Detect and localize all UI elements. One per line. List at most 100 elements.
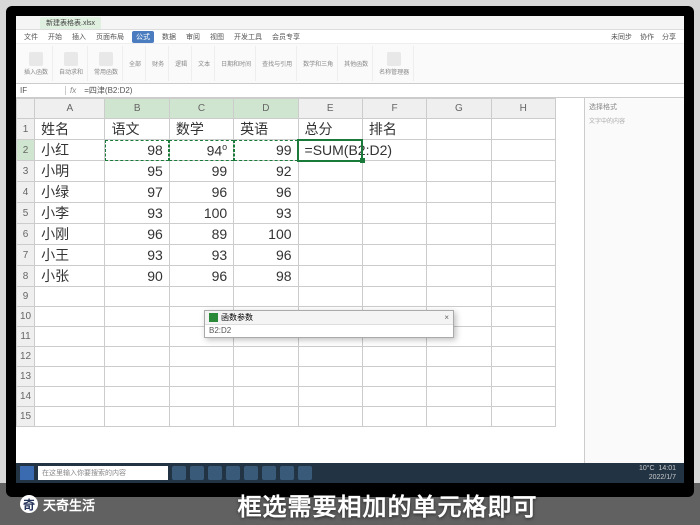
- rowhead-11[interactable]: 11: [17, 327, 35, 347]
- cell-C6[interactable]: 89: [169, 224, 233, 245]
- cell-A7[interactable]: 小王: [35, 245, 105, 266]
- colhead-C[interactable]: C: [169, 99, 233, 119]
- cell-B3[interactable]: 95: [105, 161, 169, 182]
- sync-status[interactable]: 未同步: [609, 32, 634, 42]
- cell-C3[interactable]: 99: [169, 161, 233, 182]
- rowhead-7[interactable]: 7: [17, 245, 35, 266]
- taskbar-app-icon[interactable]: [262, 466, 276, 480]
- cell-D6[interactable]: 100: [234, 224, 298, 245]
- collab-button[interactable]: 协作: [638, 32, 656, 42]
- rowhead-2[interactable]: 2: [17, 140, 35, 161]
- taskbar-app-icon[interactable]: [298, 466, 312, 480]
- rowhead-4[interactable]: 4: [17, 182, 35, 203]
- rowhead-6[interactable]: 6: [17, 224, 35, 245]
- taskbar-app-icon[interactable]: [226, 466, 240, 480]
- cell-B8[interactable]: 90: [105, 266, 169, 287]
- dialog-close-icon[interactable]: ×: [444, 313, 449, 322]
- cell-C4[interactable]: 96: [169, 182, 233, 203]
- formula-input[interactable]: =四津(B2:D2): [80, 85, 684, 96]
- ribbon-text[interactable]: 文本: [194, 46, 215, 81]
- cell-A4[interactable]: 小绿: [35, 182, 105, 203]
- cell-H2[interactable]: [491, 140, 555, 161]
- cell-A1[interactable]: 姓名: [35, 119, 105, 140]
- taskbar-app-icon[interactable]: [280, 466, 294, 480]
- cell-B5[interactable]: 93: [105, 203, 169, 224]
- cell-B4[interactable]: 97: [105, 182, 169, 203]
- cell-C7[interactable]: 93: [169, 245, 233, 266]
- menu-dev[interactable]: 开发工具: [232, 32, 264, 42]
- rowhead-10[interactable]: 10: [17, 307, 35, 327]
- rowhead-9[interactable]: 9: [17, 287, 35, 307]
- cell-H1[interactable]: [491, 119, 555, 140]
- taskbar-app-icon[interactable]: [208, 466, 222, 480]
- cell-A6[interactable]: 小刚: [35, 224, 105, 245]
- file-tab[interactable]: 新建表格表.xlsx: [40, 17, 101, 29]
- cell-C2[interactable]: 94o: [169, 140, 233, 161]
- cell-F1[interactable]: 排名: [362, 119, 426, 140]
- colhead-B[interactable]: B: [105, 99, 169, 119]
- menu-formula[interactable]: 公式: [132, 31, 154, 43]
- share-button[interactable]: 分享: [660, 32, 678, 42]
- ribbon-all[interactable]: 全部: [125, 46, 146, 81]
- colhead-G[interactable]: G: [427, 99, 491, 119]
- ribbon-names[interactable]: 名称管理器: [375, 46, 414, 81]
- taskbar-app-icon[interactable]: [190, 466, 204, 480]
- rowhead-13[interactable]: 13: [17, 367, 35, 387]
- rowhead-14[interactable]: 14: [17, 387, 35, 407]
- cell-D8[interactable]: 98: [234, 266, 298, 287]
- cell-G1[interactable]: [427, 119, 491, 140]
- ribbon-insert-fn[interactable]: 插入函数: [20, 46, 53, 81]
- name-box[interactable]: IF: [16, 86, 66, 95]
- system-tray[interactable]: 10°C 14:01 2022/1/7: [635, 464, 680, 482]
- rowhead-15[interactable]: 15: [17, 407, 35, 427]
- cell-D3[interactable]: 92: [234, 161, 298, 182]
- menu-file[interactable]: 文件: [22, 32, 40, 42]
- window-controls[interactable]: [640, 18, 680, 28]
- colhead-D[interactable]: D: [234, 99, 298, 119]
- rowhead-8[interactable]: 8: [17, 266, 35, 287]
- ribbon-math[interactable]: 数学和三角: [299, 46, 338, 81]
- cell-B6[interactable]: 96: [105, 224, 169, 245]
- colhead-F[interactable]: F: [362, 99, 426, 119]
- cell-A2[interactable]: 小红: [35, 140, 105, 161]
- fx-icon-small[interactable]: fx: [66, 86, 80, 95]
- worksheet[interactable]: A B C D E F G H 1 姓名 语文 数学 英语: [16, 98, 584, 465]
- cell-C1[interactable]: 数学: [169, 119, 233, 140]
- ribbon-common[interactable]: 常用函数: [90, 46, 123, 81]
- menu-insert[interactable]: 插入: [70, 32, 88, 42]
- taskbar-app-icon[interactable]: [244, 466, 258, 480]
- menu-home[interactable]: 开始: [46, 32, 64, 42]
- ribbon-financial[interactable]: 财务: [148, 46, 169, 81]
- cell-B2[interactable]: 98: [105, 140, 169, 161]
- rowhead-5[interactable]: 5: [17, 203, 35, 224]
- cell-D1[interactable]: 英语: [234, 119, 298, 140]
- cell-D4[interactable]: 96: [234, 182, 298, 203]
- start-button[interactable]: [20, 466, 34, 480]
- menu-data[interactable]: 数据: [160, 32, 178, 42]
- cell-G2[interactable]: [427, 140, 491, 161]
- ribbon-lookup[interactable]: 查找与引用: [258, 46, 297, 81]
- cell-E1[interactable]: 总分: [298, 119, 362, 140]
- cell-E2-active[interactable]: =SUM(B2:D2): [298, 140, 362, 161]
- rowhead-1[interactable]: 1: [17, 119, 35, 140]
- cell-B1[interactable]: 语文: [105, 119, 169, 140]
- cell-A3[interactable]: 小明: [35, 161, 105, 182]
- cell-D5[interactable]: 93: [234, 203, 298, 224]
- cell-D2[interactable]: 99: [234, 140, 298, 161]
- ribbon-other[interactable]: 其他函数: [340, 46, 373, 81]
- menu-view[interactable]: 视图: [208, 32, 226, 42]
- colhead-E[interactable]: E: [298, 99, 362, 119]
- rowhead-12[interactable]: 12: [17, 347, 35, 367]
- colhead-A[interactable]: A: [35, 99, 105, 119]
- menu-review[interactable]: 审阅: [184, 32, 202, 42]
- taskbar-app-icon[interactable]: [172, 466, 186, 480]
- cell-A8[interactable]: 小张: [35, 266, 105, 287]
- rowhead-3[interactable]: 3: [17, 161, 35, 182]
- taskbar-search[interactable]: 在这里输入你要搜索的内容: [38, 466, 168, 480]
- cell-C8[interactable]: 96: [169, 266, 233, 287]
- dialog-range-value[interactable]: B2:D2: [205, 325, 453, 336]
- select-all-corner[interactable]: [17, 99, 35, 119]
- menu-vip[interactable]: 会员专享: [270, 32, 302, 42]
- ribbon-datetime[interactable]: 日期和时间: [217, 46, 256, 81]
- colhead-H[interactable]: H: [491, 99, 555, 119]
